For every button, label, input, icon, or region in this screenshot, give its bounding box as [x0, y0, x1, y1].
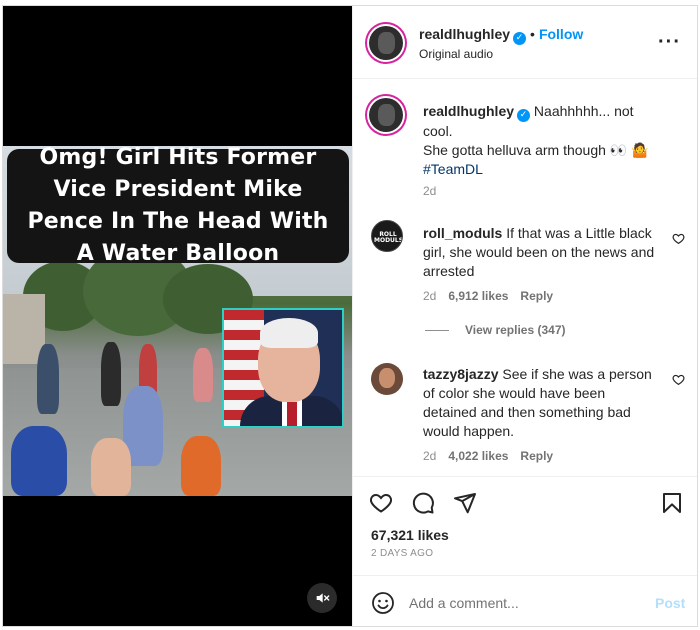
separator-dot: •	[530, 26, 535, 42]
more-horizontal-icon: ···	[658, 31, 681, 53]
author-username[interactable]: realdlhughley	[419, 26, 510, 42]
comment-timestamp[interactable]: 2d	[423, 289, 436, 303]
reply-button[interactable]: Reply	[520, 449, 553, 463]
more-options-button[interactable]: ···	[658, 32, 681, 52]
follow-button[interactable]: Follow	[539, 26, 583, 42]
replies-divider-line	[425, 329, 449, 331]
comment-like-count[interactable]: 4,022 likes	[448, 449, 508, 463]
avatar-logo-text: ROLL MODULS	[374, 231, 403, 244]
post-dialog: Omg! Girl Hits Former Vice President Mik…	[2, 5, 698, 627]
comments-list[interactable]: realdlhughley ✓ Naahhhhh... not cool. She…	[353, 80, 697, 476]
video-headline-text: Omg! Girl Hits Former Vice President Mik…	[27, 145, 329, 266]
post-actions: 67,321 likes 2 DAYS AGO	[353, 476, 697, 576]
post-comment-button[interactable]: Post	[655, 595, 685, 611]
verified-badge-icon: ✓	[513, 32, 527, 45]
caption-avatar[interactable]	[369, 98, 403, 132]
caption-username[interactable]: realdlhughley	[423, 103, 514, 119]
caption-text-line2: She gotta helluva arm though 👀 🤷	[423, 142, 649, 158]
share-paper-plane-icon[interactable]	[453, 491, 477, 515]
reply-button[interactable]: Reply	[520, 289, 553, 303]
comment-like-heart-icon[interactable]	[672, 373, 685, 386]
video-player[interactable]: Omg! Girl Hits Former Vice President Mik…	[3, 6, 352, 626]
post-details-panel: realdlhughley ✓ • Follow Original audio ···…	[352, 6, 697, 626]
caption-hashtag[interactable]: #TeamDL	[423, 161, 483, 177]
mute-toggle-button[interactable]	[307, 583, 337, 613]
emoji-icon[interactable]	[371, 591, 395, 615]
post-header: realdlhughley ✓ • Follow Original audio ···	[353, 6, 697, 79]
comment-like-heart-icon[interactable]	[672, 232, 685, 245]
author-avatar[interactable]	[369, 26, 403, 60]
audio-label[interactable]: Original audio	[419, 47, 493, 61]
post-date[interactable]: 2 DAYS AGO	[371, 548, 433, 559]
commenter-avatar[interactable]: ROLL MODULS	[371, 220, 403, 252]
commenter-avatar[interactable]	[371, 363, 403, 395]
comment-composer: Post	[353, 575, 697, 626]
like-count[interactable]: 67,321 likes	[371, 527, 449, 543]
comment-timestamp[interactable]: 2d	[423, 449, 436, 463]
video-headline-overlay: Omg! Girl Hits Former Vice President Mik…	[7, 145, 349, 266]
speaker-muted-icon	[316, 593, 330, 603]
verified-badge-icon: ✓	[517, 109, 531, 122]
save-bookmark-icon[interactable]	[660, 491, 684, 515]
view-replies-button[interactable]: View replies (347)	[425, 323, 566, 337]
caption-timestamp[interactable]: 2d	[423, 184, 436, 198]
comment-input[interactable]	[409, 593, 639, 613]
comment-like-count[interactable]: 6,912 likes	[448, 289, 508, 303]
comment-bubble-icon[interactable]	[411, 491, 435, 515]
view-replies-label: View replies (347)	[465, 323, 566, 337]
comment-username[interactable]: roll_moduls	[423, 225, 502, 241]
like-heart-icon[interactable]	[369, 491, 393, 515]
pence-portrait-inset	[222, 308, 344, 428]
comment-username[interactable]: tazzy8jazzy	[423, 366, 498, 382]
